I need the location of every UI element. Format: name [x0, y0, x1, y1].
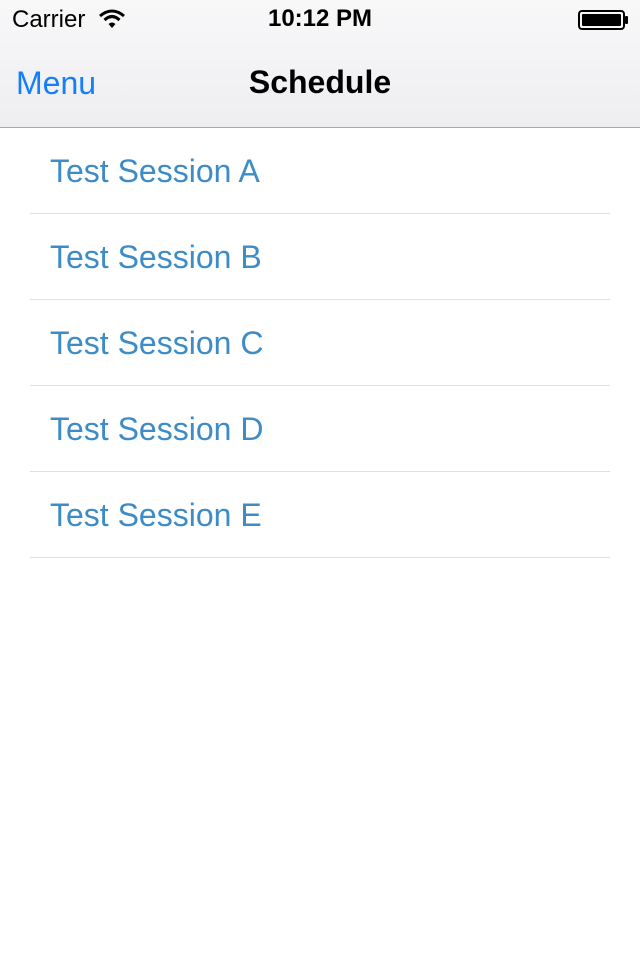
session-label: Test Session B — [50, 239, 262, 275]
session-label: Test Session A — [50, 153, 260, 189]
app-screen: Carrier 10:12 PM Menu Schedule Test Sess… — [0, 0, 640, 960]
session-item-c[interactable]: Test Session C — [0, 300, 640, 386]
status-time: 10:12 PM — [267, 5, 373, 32]
session-label: Test Session C — [50, 325, 264, 361]
session-item-d[interactable]: Test Session D — [0, 386, 640, 472]
session-label: Test Session D — [50, 411, 264, 447]
navigation-bar: Menu Schedule — [0, 40, 640, 128]
status-bar: Carrier 10:12 PM — [0, 0, 640, 40]
session-item-e[interactable]: Test Session E — [0, 472, 640, 558]
session-item-a[interactable]: Test Session A — [0, 128, 640, 214]
session-label: Test Session E — [50, 497, 262, 533]
session-list: Test Session A Test Session B Test Sessi… — [0, 128, 640, 558]
session-item-b[interactable]: Test Session B — [0, 214, 640, 300]
top-bars: Carrier 10:12 PM Menu Schedule — [0, 0, 640, 128]
battery-icon — [578, 10, 630, 30]
page-title: Schedule — [248, 64, 392, 100]
